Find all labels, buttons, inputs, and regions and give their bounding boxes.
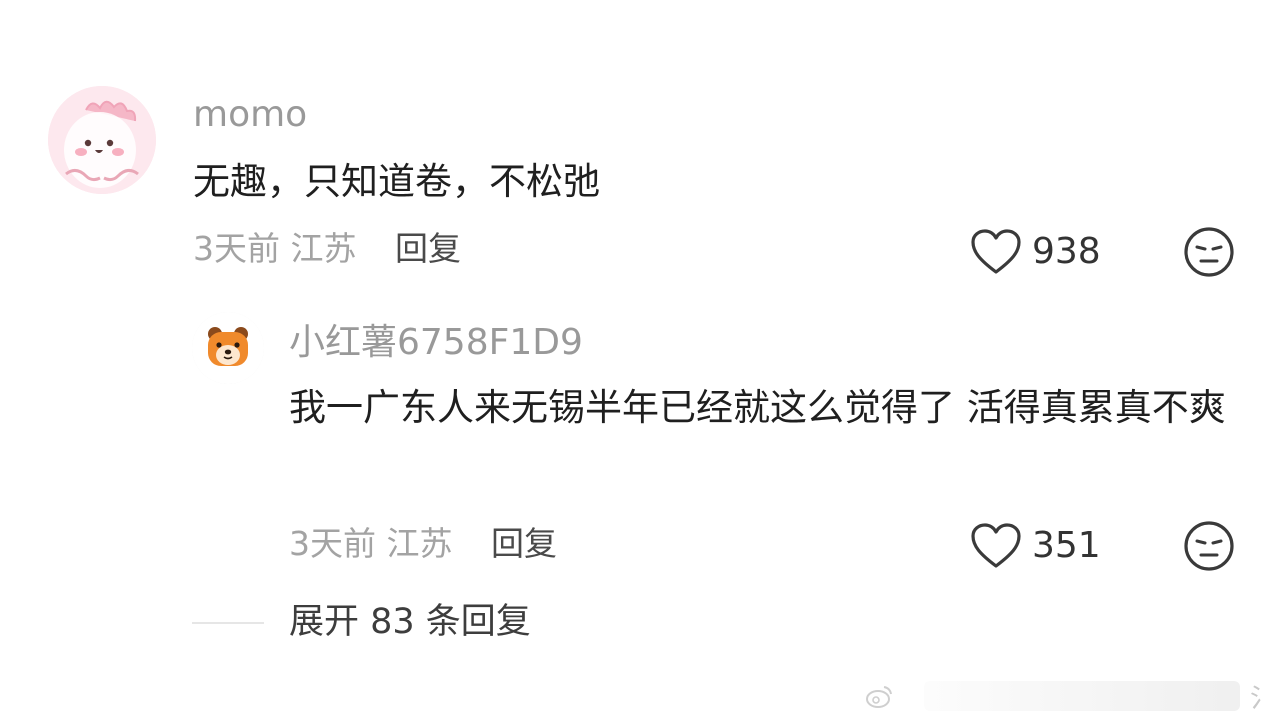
expand-replies-label: 展开 83 条回复 (289, 602, 531, 642)
dinosaur-avatar-icon (48, 86, 156, 194)
comment-like-button[interactable]: 938 (970, 228, 1101, 276)
comment-username[interactable]: momo (193, 97, 307, 133)
reply-location: 江苏 (386, 524, 453, 563)
expand-replies-button[interactable]: 展开 83 条回复 (192, 605, 531, 640)
user-avatar[interactable] (48, 86, 156, 194)
comment-reply-button[interactable]: 回复 (395, 229, 461, 268)
reply-reply-button[interactable]: 回复 (491, 524, 557, 563)
reply-time: 3天前 (289, 524, 376, 563)
dog-avatar-icon (192, 312, 264, 384)
comment-like-count: 938 (1032, 231, 1101, 272)
divider-line (192, 621, 264, 624)
comment-time: 3天前 (193, 229, 280, 268)
heart-icon (971, 229, 1021, 274)
reply-user-avatar[interactable] (192, 312, 264, 384)
comment-meta: 3天前 江苏 回复 (193, 232, 461, 265)
weibo-logo-icon (866, 686, 892, 708)
comment-location: 江苏 (290, 229, 357, 268)
reply-like-button[interactable]: 351 (970, 522, 1101, 570)
reply-username[interactable]: 小红薯6758F1D9 (289, 325, 583, 361)
watermark: 氵 (864, 676, 1284, 716)
watermark-char: 氵 (1249, 683, 1276, 714)
dislike-face-icon[interactable] (1183, 520, 1235, 572)
dislike-face-icon[interactable] (1183, 226, 1235, 278)
reply-like-count: 351 (1032, 525, 1101, 566)
watermark-text-blur (924, 681, 1240, 711)
reply-meta: 3天前 江苏 回复 (289, 527, 557, 560)
heart-icon (971, 523, 1021, 568)
comment-text: 无趣，只知道卷，不松弛 (193, 160, 600, 203)
reply-text: 我一广东人来无锡半年已经就这么觉得了 活得真累真不爽 (289, 386, 1226, 429)
